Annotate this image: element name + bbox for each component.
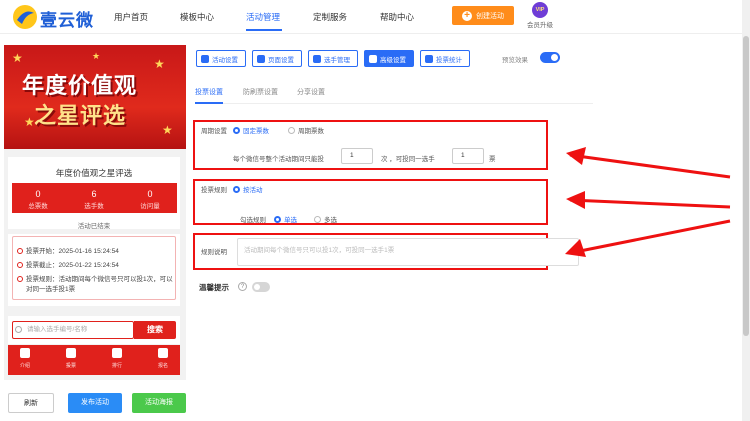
subtab-vote-settings[interactable]: 投票设置 bbox=[195, 87, 223, 97]
create-activity-button[interactable]: + 创建活动 bbox=[452, 6, 514, 25]
radio-icon bbox=[288, 127, 295, 134]
same-contestant-votes-input[interactable]: 1 bbox=[452, 148, 484, 164]
info-start-time: 投票开始：2025-01-16 15:24:54 bbox=[17, 247, 175, 257]
activity-status: 活动已结束 bbox=[77, 223, 111, 230]
help-icon[interactable]: ? bbox=[238, 282, 247, 291]
poster-button[interactable]: 活动海报 bbox=[132, 393, 186, 413]
publish-button[interactable]: 发布活动 bbox=[68, 393, 122, 413]
arrow-head-icon bbox=[566, 191, 585, 209]
search-button[interactable]: 搜索 bbox=[134, 321, 176, 339]
check-rule-label: 勾选规则 bbox=[240, 217, 266, 224]
star-icon: ★ bbox=[12, 51, 23, 65]
arrow-head-icon bbox=[565, 239, 586, 257]
total-votes-input[interactable]: 1 bbox=[341, 148, 373, 164]
cycle-sentence-c: 票 bbox=[489, 156, 496, 163]
intro-icon bbox=[20, 348, 30, 358]
nav-templates[interactable]: 模板中心 bbox=[180, 11, 214, 23]
subtab-divider bbox=[195, 103, 593, 104]
scrollbar-thumb[interactable] bbox=[743, 36, 749, 336]
radio-periodic-votes[interactable]: 周期票数 bbox=[288, 125, 324, 135]
info-icon bbox=[17, 276, 23, 282]
stat-contestants-value: 6 bbox=[91, 189, 97, 199]
banner-title-line1: 年度价值观 bbox=[22, 73, 138, 98]
brand-name[interactable]: 壹云微 bbox=[40, 6, 94, 31]
annotation-arrows bbox=[565, 147, 731, 257]
info-rule: 投票规则：活动期间每个微信号只可以投1次，可以 bbox=[17, 275, 175, 285]
nav-active-indicator bbox=[246, 29, 282, 31]
info-end-time: 投票截止：2025-01-22 15:24:54 bbox=[17, 261, 175, 271]
page-icon bbox=[257, 54, 265, 63]
radio-icon bbox=[233, 186, 240, 193]
top-nav bbox=[0, 0, 750, 34]
stat-visits-value: 0 bbox=[147, 189, 153, 199]
star-icon: ★ bbox=[154, 57, 165, 71]
radio-by-activity[interactable]: 按活动 bbox=[233, 184, 263, 194]
radio-icon bbox=[233, 127, 240, 134]
tab-vote[interactable]: 投票 bbox=[56, 348, 86, 369]
refresh-button[interactable]: 刷新 bbox=[8, 393, 54, 413]
star-icon: ★ bbox=[162, 123, 173, 137]
preview-effect-toggle[interactable] bbox=[540, 52, 560, 63]
plus-icon: + bbox=[462, 10, 472, 21]
sliders-icon bbox=[369, 54, 377, 63]
nav-custom-service[interactable]: 定制服务 bbox=[313, 11, 347, 23]
tab-intro[interactable]: 介绍 bbox=[10, 348, 40, 369]
home-icon bbox=[66, 348, 76, 358]
cycle-sentence-a: 每个微信号整个活动期间只能投 bbox=[233, 156, 324, 163]
tab-rank[interactable]: 排行 bbox=[102, 348, 132, 369]
vip-icon[interactable]: VIP bbox=[532, 2, 548, 18]
tab-advanced-settings[interactable]: 高级设置 bbox=[364, 50, 414, 67]
radio-fixed-votes[interactable]: 固定票数 bbox=[233, 125, 269, 135]
tip-toggle[interactable] bbox=[252, 282, 270, 292]
radio-icon bbox=[274, 216, 281, 223]
banner-title-line2: 之星评选 bbox=[34, 103, 127, 128]
stat-contestants-label: 选手数 bbox=[84, 203, 104, 210]
tab-vote-stats[interactable]: 投票统计 bbox=[420, 50, 470, 67]
info-rule-cont: 对同一选手投1票 bbox=[26, 286, 76, 293]
signup-icon bbox=[158, 348, 168, 358]
subtab-share[interactable]: 分享设置 bbox=[297, 87, 325, 97]
tab-activity-settings[interactable]: 活动设置 bbox=[196, 50, 246, 67]
rule-explain-textarea[interactable]: 活动期间每个微信号只可以投1次，可投同一选手1票 bbox=[237, 238, 579, 266]
tip-label: 温馨提示 bbox=[199, 283, 229, 292]
tab-signup[interactable]: 报名 bbox=[148, 348, 178, 369]
radio-single[interactable]: 单选 bbox=[274, 214, 297, 224]
nav-help[interactable]: 帮助中心 bbox=[380, 11, 414, 23]
cycle-label: 周期设置 bbox=[201, 128, 227, 135]
nav-user-home[interactable]: 用户首页 bbox=[114, 11, 148, 23]
search-icon bbox=[15, 326, 22, 333]
rule-label: 投票规则 bbox=[201, 187, 227, 194]
bar-chart-icon bbox=[425, 54, 433, 63]
radio-icon bbox=[314, 216, 321, 223]
vip-upgrade-label[interactable]: 会员升级 bbox=[527, 19, 553, 29]
contestant-search-input[interactable]: 请输入选手编号/名称 bbox=[12, 321, 134, 339]
rank-icon bbox=[112, 348, 122, 358]
explain-label: 规则说明 bbox=[201, 249, 227, 256]
subtab-active-indicator bbox=[195, 102, 223, 104]
clock-icon bbox=[17, 262, 23, 268]
tab-page-settings[interactable]: 页面设置 bbox=[252, 50, 302, 67]
stat-total-votes-value: 0 bbox=[35, 189, 41, 199]
stat-total-votes-label: 总票数 bbox=[28, 203, 48, 210]
activity-title: 年度价值观之星评选 bbox=[55, 168, 133, 178]
settings-icon bbox=[201, 54, 209, 63]
stat-visits-label: 访问量 bbox=[140, 203, 160, 210]
radio-multi[interactable]: 多选 bbox=[314, 214, 337, 224]
create-activity-label: 创建活动 bbox=[476, 12, 504, 20]
preview-effect-label: 预览效果 bbox=[502, 57, 528, 64]
users-icon bbox=[313, 54, 321, 63]
star-icon: ★ bbox=[92, 51, 101, 61]
arrow-head-icon bbox=[566, 147, 586, 165]
tab-contestant-manage[interactable]: 选手管理 bbox=[308, 50, 358, 67]
subtab-anti-fraud[interactable]: 防刷票设置 bbox=[243, 87, 278, 97]
nav-activity-manage[interactable]: 活动管理 bbox=[246, 11, 280, 23]
logo-icon bbox=[13, 5, 37, 29]
clock-icon bbox=[17, 248, 23, 254]
cycle-sentence-b: 次 ，可投同一选手 bbox=[381, 156, 435, 163]
